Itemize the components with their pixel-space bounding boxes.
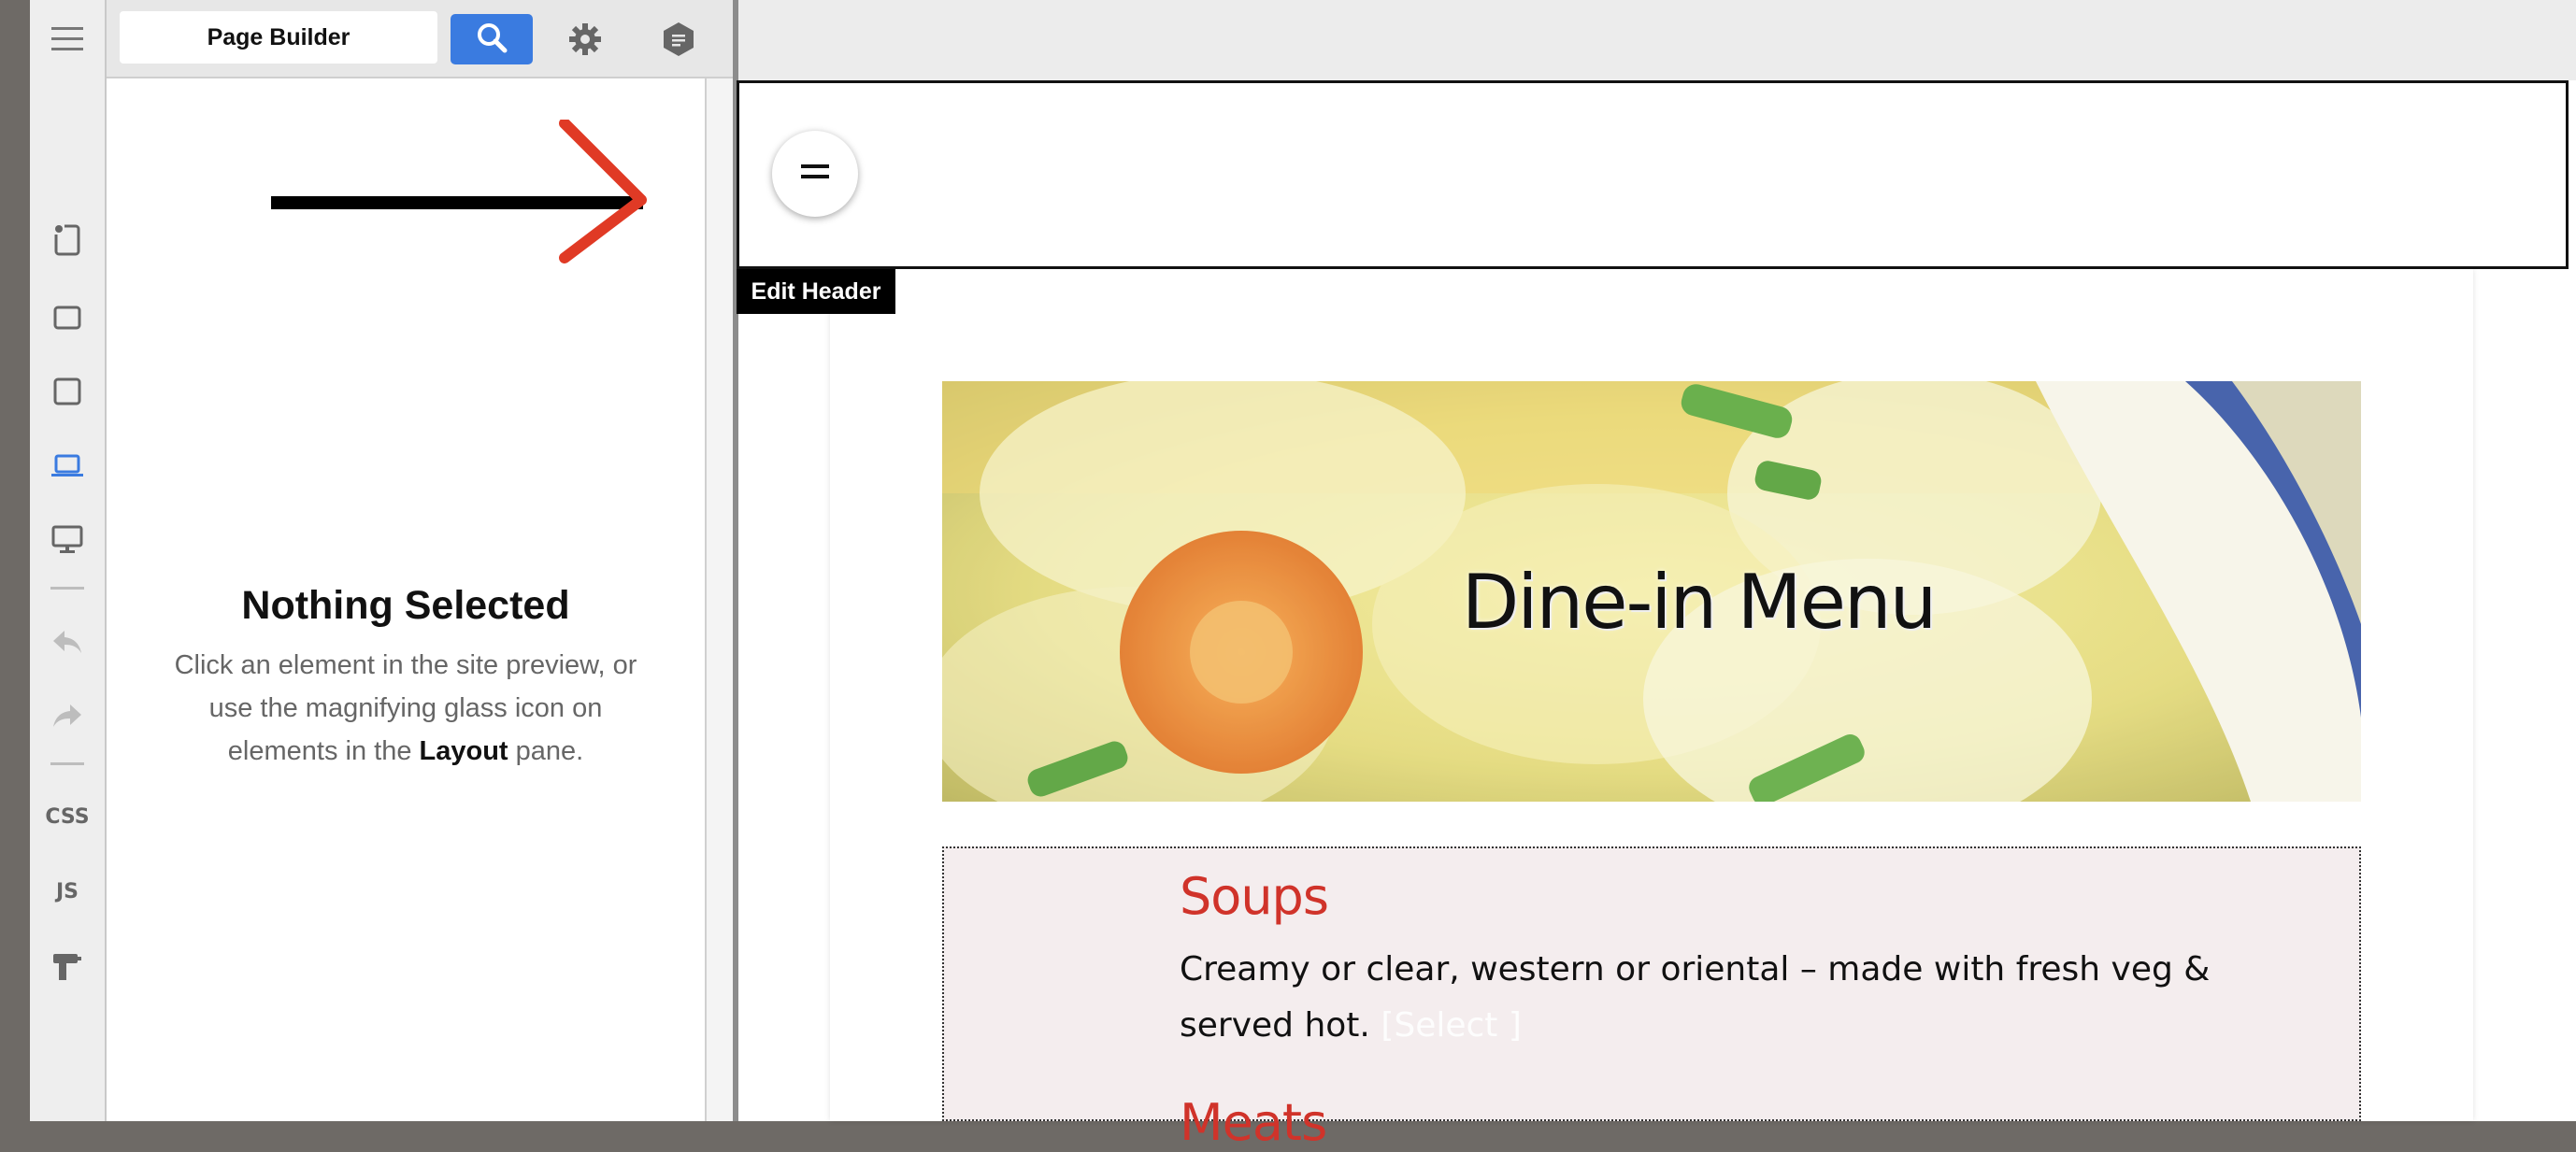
panel-scrollbar[interactable] <box>705 78 733 1121</box>
preview-top-bar <box>738 0 2576 80</box>
magnifying-glass-icon <box>475 21 508 59</box>
phone-landscape-icon[interactable] <box>30 297 105 338</box>
edit-header-label[interactable]: Edit Header <box>737 269 895 314</box>
hexagon-note-icon[interactable] <box>658 19 699 60</box>
select-tag[interactable]: [Select ] <box>1381 1006 1522 1045</box>
phone-portrait-icon[interactable] <box>30 220 105 261</box>
section-title-soups: Soups <box>1180 867 1329 926</box>
properties-panel: Nothing Selected Click an element in the… <box>107 78 705 1121</box>
equals-menu-icon <box>801 164 829 184</box>
section-title-meats: Meats <box>1180 1093 1327 1152</box>
site-header-block[interactable] <box>737 80 2569 269</box>
builder-toolbar: Page Builder <box>107 0 733 78</box>
section-description-soups: Creamy or clear, western or oriental – m… <box>1180 950 2211 1045</box>
hero-title: Dine-in Menu <box>1461 559 1938 646</box>
menu-section-block[interactable]: Soups Creamy or clear, western or orient… <box>942 846 2361 1152</box>
hamburger-menu-icon[interactable] <box>30 19 105 60</box>
gear-icon[interactable] <box>565 19 606 60</box>
js-button[interactable]: JS <box>30 871 105 912</box>
laptop-icon[interactable] <box>30 446 105 487</box>
left-tool-rail: CSS JS <box>30 0 107 1121</box>
css-button[interactable]: CSS <box>30 796 105 837</box>
nothing-selected-hint: Click an element in the site preview, or… <box>174 650 637 766</box>
search-button[interactable] <box>451 14 533 64</box>
hero-banner[interactable]: Dine-in Menu <box>942 381 2361 802</box>
page-builder-title[interactable]: Page Builder <box>120 11 437 64</box>
hammer-icon[interactable] <box>30 946 105 987</box>
tablet-icon[interactable] <box>30 371 105 412</box>
nothing-selected-title: Nothing Selected <box>241 583 570 628</box>
redo-icon[interactable] <box>30 695 105 736</box>
desktop-icon[interactable] <box>30 519 105 561</box>
undo-icon[interactable] <box>30 621 105 662</box>
header-menu-button[interactable] <box>772 131 858 217</box>
